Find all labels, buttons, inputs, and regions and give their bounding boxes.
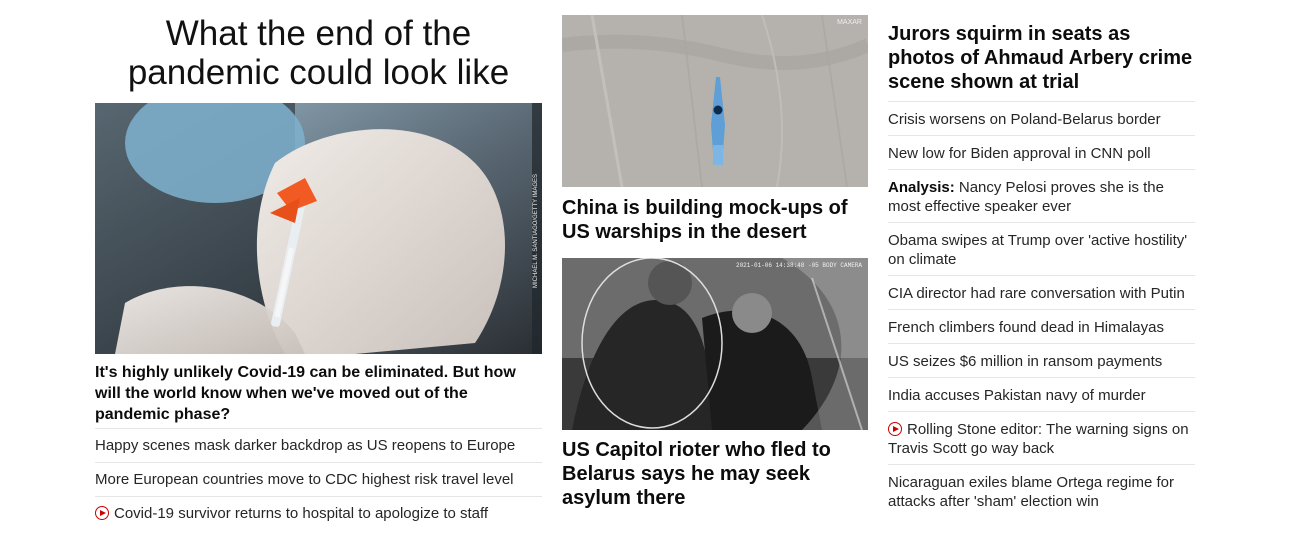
top-stories-list: Crisis worsens on Poland-Belarus border …	[888, 101, 1195, 517]
photo-credit: MICHAEL M. SANTIAGO/GETTY IMAGES	[533, 174, 539, 288]
list-item[interactable]: India accuses Pakistan navy of murder	[888, 377, 1195, 411]
lead-headline-link[interactable]: What the end of the pandemic could look …	[95, 14, 542, 92]
story-link-5[interactable]: CIA director had rare conversation with …	[888, 285, 1185, 302]
list-item[interactable]: Nicaraguan exiles blame Ortega regime fo…	[888, 464, 1195, 517]
play-icon	[95, 506, 109, 520]
story-link-10[interactable]: Nicaraguan exiles blame Ortega regime fo…	[888, 474, 1174, 510]
related-link-3[interactable]: Covid-19 survivor returns to hospital to…	[114, 505, 488, 522]
list-item[interactable]: Happy scenes mask darker backdrop as US …	[95, 428, 542, 462]
list-item[interactable]: Covid-19 survivor returns to hospital to…	[95, 496, 542, 530]
related-link-2[interactable]: More European countries move to CDC high…	[95, 471, 514, 488]
lead-story-column: What the end of the pandemic could look …	[95, 0, 542, 522]
list-item[interactable]: Rolling Stone editor: The warning signs …	[888, 411, 1195, 464]
capitol-headline: US Capitol rioter who fled to Belarus sa…	[562, 439, 831, 509]
capitol-bodycam-image[interactable]: 2021-01-06 14:38:48 -05 BODY CAMERA	[562, 258, 868, 430]
story-link-8[interactable]: India accuses Pakistan navy of murder	[888, 387, 1146, 404]
warship-satellite-image[interactable]: MAXAR	[562, 15, 868, 187]
image-watermark: MAXAR	[837, 19, 862, 26]
story-link-3[interactable]: Analysis: Nancy Pelosi proves she is the…	[888, 179, 1164, 215]
capitol-headline-link[interactable]: US Capitol rioter who fled to Belarus sa…	[562, 438, 868, 510]
lead-headline: What the end of the pandemic could look …	[127, 14, 510, 92]
warship-headline: China is building mock-ups of US warship…	[562, 197, 848, 243]
story-link-1[interactable]: Crisis worsens on Poland-Belarus border	[888, 111, 1161, 128]
story-link-9[interactable]: Rolling Stone editor: The warning signs …	[888, 421, 1189, 457]
list-item[interactable]: More European countries move to CDC high…	[95, 462, 542, 496]
list-item[interactable]: French climbers found dead in Himalayas	[888, 309, 1195, 343]
play-icon	[888, 422, 902, 436]
story-link-2[interactable]: New low for Biden approval in CNN poll	[888, 145, 1151, 162]
top-stories-column: Jurors squirm in seats as photos of Ahma…	[888, 0, 1195, 510]
list-item[interactable]: Obama swipes at Trump over 'active hosti…	[888, 222, 1195, 275]
list-item[interactable]: New low for Biden approval in CNN poll	[888, 135, 1195, 169]
analysis-kicker: Analysis:	[888, 179, 955, 196]
lead-caption: It's highly unlikely Covid-19 can be eli…	[95, 364, 516, 423]
list-item[interactable]: US seizes $6 million in ransom payments	[888, 343, 1195, 377]
right-headline-link[interactable]: Jurors squirm in seats as photos of Ahma…	[888, 22, 1195, 94]
lead-related-links: Happy scenes mask darker backdrop as US …	[95, 428, 542, 530]
bodycam-timestamp: 2021-01-06 14:38:48 -05 BODY CAMERA	[736, 262, 862, 269]
list-item[interactable]: Analysis: Nancy Pelosi proves she is the…	[888, 169, 1195, 222]
right-headline: Jurors squirm in seats as photos of Ahma…	[888, 23, 1193, 93]
list-item[interactable]: Crisis worsens on Poland-Belarus border	[888, 101, 1195, 135]
related-link-1[interactable]: Happy scenes mask darker backdrop as US …	[95, 437, 515, 454]
warship-headline-link[interactable]: China is building mock-ups of US warship…	[562, 196, 868, 244]
list-item[interactable]: CIA director had rare conversation with …	[888, 275, 1195, 309]
lead-caption-link[interactable]: It's highly unlikely Covid-19 can be eli…	[95, 362, 542, 425]
story-link-6[interactable]: French climbers found dead in Himalayas	[888, 319, 1164, 336]
lead-story-image[interactable]: MICHAEL M. SANTIAGO/GETTY IMAGES	[95, 103, 542, 354]
story-link-7[interactable]: US seizes $6 million in ransom payments	[888, 353, 1162, 370]
story-link-4[interactable]: Obama swipes at Trump over 'active hosti…	[888, 232, 1187, 268]
